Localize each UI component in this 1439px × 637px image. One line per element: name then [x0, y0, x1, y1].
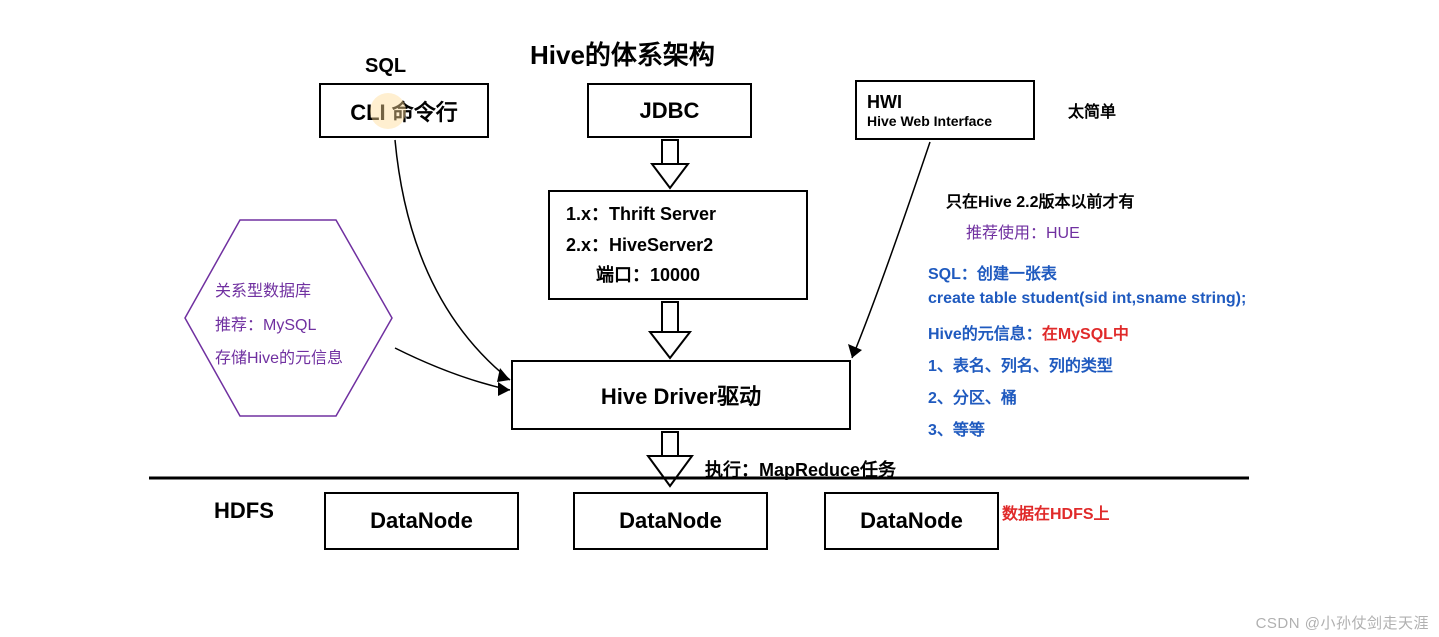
note-1: 1、表名、列名、列的类型	[928, 352, 1113, 376]
hwi-line2: Hive Web Interface	[867, 113, 992, 129]
arrow-cli-driver	[395, 140, 510, 380]
hex-line1: 关系型数据库	[215, 275, 343, 309]
note-version: 只在Hive 2.2版本以前才有	[946, 188, 1135, 212]
server-line3: 端口：10000	[566, 260, 700, 291]
datanode-3-text: DataNode	[860, 508, 963, 534]
datanode-2: DataNode	[573, 492, 768, 550]
watermark: CSDN @小孙仗剑走天涯	[1256, 612, 1429, 633]
note-meta-a: Hive的元信息：	[928, 326, 1042, 343]
cli-text: CLI 命令行	[350, 95, 458, 127]
note-meta: Hive的元信息：在MySQL中	[928, 320, 1129, 344]
arrow-hwi-driver-head	[848, 344, 862, 358]
datanode-1-text: DataNode	[370, 508, 473, 534]
datanode-1: DataNode	[324, 492, 519, 550]
arrow-hex-driver-head	[498, 382, 510, 396]
arrow-driver-hdfs	[648, 432, 692, 486]
hex-line2: 推荐：MySQL	[215, 309, 343, 343]
datanode-3: DataNode	[824, 492, 999, 550]
hwi-box: HWI Hive Web Interface	[855, 80, 1035, 140]
note-sql: SQL：创建一张表	[928, 260, 1057, 284]
datanode-2-text: DataNode	[619, 508, 722, 534]
driver-text: Hive Driver驱动	[601, 379, 761, 411]
hdfs-note: 数据在HDFS上	[1002, 500, 1110, 524]
diagram-title: Hive的体系架构	[530, 35, 715, 72]
arrow-server-driver	[650, 302, 690, 358]
jdbc-box: JDBC	[587, 83, 752, 138]
hexagon-text: 关系型数据库 推荐：MySQL 存储Hive的元信息	[215, 275, 343, 376]
note-meta-b: 在MySQL中	[1042, 326, 1129, 343]
arrow-hex-driver	[395, 348, 510, 390]
arrow-cli-driver-head	[497, 368, 510, 382]
arrow-jdbc-server	[652, 140, 688, 188]
hdfs-label: HDFS	[214, 498, 274, 524]
hex-line3: 存储Hive的元信息	[215, 342, 343, 376]
arrow-hwi-driver	[852, 142, 930, 358]
server-line1: 1.x：Thrift Server	[566, 199, 716, 230]
jdbc-text: JDBC	[640, 98, 700, 124]
exec-label: 执行：MapReduce任务	[705, 456, 896, 482]
hwi-note: 太简单	[1068, 98, 1116, 122]
server-line2: 2.x：HiveServer2	[566, 230, 713, 261]
note-2: 2、分区、桶	[928, 384, 1017, 408]
note-3: 3、等等	[928, 416, 985, 440]
cli-box: CLI 命令行	[319, 83, 489, 138]
sql-label: SQL	[365, 55, 406, 78]
driver-box: Hive Driver驱动	[511, 360, 851, 430]
note-hue: 推荐使用：HUE	[966, 219, 1080, 243]
server-box: 1.x：Thrift Server 2.x：HiveServer2 端口：100…	[548, 190, 808, 300]
hwi-line1: HWI	[867, 92, 902, 113]
note-create: create table student(sid int,sname strin…	[928, 290, 1246, 308]
